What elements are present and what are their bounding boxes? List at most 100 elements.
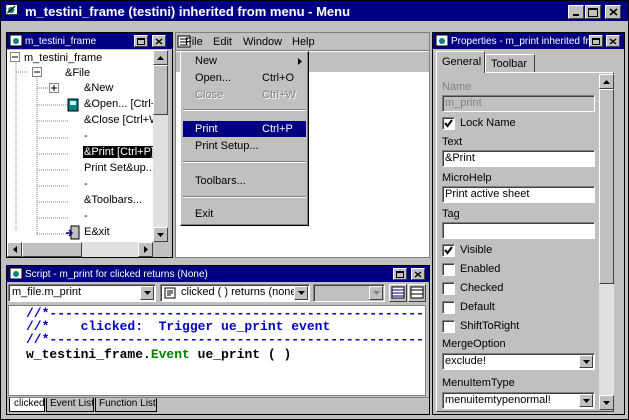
- script-title-bar[interactable]: Script - m_print for clicked returns (No…: [7, 266, 429, 282]
- main-title-bar[interactable]: m_testini_frame (testini) inherited from…: [1, 1, 628, 21]
- enabled-checkbox[interactable]: [442, 263, 455, 276]
- menuitemtype-select[interactable]: menuitemtypenormal!: [442, 392, 595, 409]
- menu-item-open[interactable]: Open...: [195, 72, 231, 84]
- tag-label: Tag: [442, 208, 460, 220]
- tree-item-print-selected[interactable]: &Print [Ctrl+P]: [83, 146, 153, 158]
- tree-horizontal-scrollbar[interactable]: [7, 242, 153, 257]
- tree-expand-icon[interactable]: [49, 83, 60, 94]
- event-select[interactable]: clicked ( ) returns (none: [160, 284, 310, 302]
- tag-field[interactable]: [442, 222, 595, 239]
- tree-item-separator[interactable]: -: [84, 210, 88, 222]
- menu-separator: [183, 109, 306, 111]
- text-field[interactable]: &Print: [442, 150, 595, 167]
- tree-item-exit[interactable]: E&xit: [84, 226, 110, 238]
- scroll-down-button[interactable]: [599, 395, 614, 410]
- checked-checkbox[interactable]: [442, 282, 455, 295]
- script-view-button-2[interactable]: [408, 284, 426, 302]
- tab-clicked[interactable]: clicked: [9, 398, 45, 412]
- object-select[interactable]: m_file.m_print: [8, 284, 156, 302]
- tree-vertical-scrollbar[interactable]: [153, 50, 168, 242]
- default-checkbox[interactable]: [442, 301, 455, 314]
- tree-item-file[interactable]: &File: [65, 67, 90, 79]
- event-select-value: clicked ( ) returns (none: [181, 286, 297, 298]
- scroll-corner: [153, 242, 168, 257]
- tree-item-separator[interactable]: -: [84, 178, 88, 190]
- menu-item-open-shortcut: Ctrl+O: [262, 72, 295, 84]
- name-field[interactable]: m_print: [442, 95, 595, 112]
- script-close-button[interactable]: [411, 268, 425, 280]
- grid-icon: [391, 286, 405, 299]
- visible-label: Visible: [460, 244, 493, 256]
- tree-item-toolbars[interactable]: &Toolbars...: [84, 194, 142, 206]
- script-maximize-button[interactable]: [393, 268, 407, 280]
- exit-menu-item-icon: [66, 225, 80, 240]
- tree-collapse-icon[interactable]: [10, 52, 21, 63]
- preview-menu-edit[interactable]: Edit: [213, 36, 232, 48]
- shifttoright-label: ShiftToRight: [460, 320, 520, 332]
- lock-name-label: Lock Name: [460, 117, 516, 129]
- event-icon: [164, 287, 176, 299]
- scroll-down-button[interactable]: [153, 227, 168, 242]
- properties-close-button[interactable]: [606, 35, 620, 47]
- open-menu-item-icon: [67, 98, 79, 112]
- ancestor-select[interactable]: [313, 284, 385, 302]
- main-maximize-button[interactable]: [585, 5, 601, 19]
- lock-name-checkbox[interactable]: [442, 117, 455, 130]
- chevron-down-icon[interactable]: [579, 355, 593, 368]
- menuitemtype-value: menuitemtypenormal!: [445, 394, 551, 406]
- scroll-right-button[interactable]: [138, 242, 153, 257]
- code-line-3: //*-------------------------------------…: [26, 332, 425, 347]
- tab-toolbar[interactable]: Toolbar: [485, 54, 535, 73]
- tree-close-button[interactable]: [152, 35, 166, 47]
- scroll-thumb[interactable]: [153, 65, 168, 115]
- menu-item-close[interactable]: Close: [195, 89, 223, 101]
- main-minimize-button[interactable]: [568, 5, 584, 19]
- microhelp-field[interactable]: Print active sheet: [442, 186, 595, 203]
- preview-menu-help[interactable]: Help: [292, 36, 315, 48]
- chevron-down-icon[interactable]: [294, 286, 308, 300]
- menuitemtype-label: MenuItemType: [442, 377, 515, 389]
- main-title-text: m_testini_frame (testini) inherited from…: [25, 3, 351, 19]
- chevron-down-icon[interactable]: [140, 286, 154, 300]
- menu-item-toolbars[interactable]: Toolbars...: [195, 175, 246, 187]
- main-close-button[interactable]: [605, 5, 621, 19]
- scroll-up-button[interactable]: [153, 50, 168, 65]
- script-editor[interactable]: //*-------------------------------------…: [8, 305, 426, 396]
- chevron-down-icon[interactable]: [369, 286, 383, 300]
- scroll-up-button[interactable]: [599, 74, 614, 89]
- menu-item-print[interactable]: Print: [195, 123, 218, 135]
- tab-event-list[interactable]: Event List: [46, 398, 94, 412]
- tree-item-root[interactable]: m_testini_frame: [24, 52, 102, 64]
- properties-maximize-button[interactable]: [589, 35, 603, 47]
- name-label: Name: [442, 81, 472, 93]
- menu-item-print-shortcut: Ctrl+P: [262, 123, 293, 135]
- preview-menu-file[interactable]: File: [185, 36, 203, 48]
- tree-collapse-icon[interactable]: [32, 67, 43, 78]
- list-icon: [410, 286, 424, 299]
- menu-item-exit[interactable]: Exit: [195, 208, 213, 220]
- menu-item-print-setup[interactable]: Print Setup...: [195, 140, 259, 152]
- tab-general[interactable]: General: [436, 51, 485, 73]
- tree-item-print-setup[interactable]: Print Set&up...: [84, 162, 153, 174]
- visible-checkbox[interactable]: [442, 244, 455, 257]
- script-view-button[interactable]: [389, 284, 407, 302]
- scroll-thumb[interactable]: [22, 242, 82, 257]
- menu-item-new[interactable]: New: [195, 55, 217, 67]
- properties-scrollbar[interactable]: [599, 74, 614, 410]
- preview-menu-window[interactable]: Window: [243, 36, 282, 48]
- app-icon: [5, 4, 18, 16]
- shifttoright-checkbox[interactable]: [442, 320, 455, 333]
- tree-item-separator[interactable]: -: [84, 130, 88, 142]
- mergeoption-select[interactable]: exclude!: [442, 353, 595, 370]
- tree-item-close[interactable]: &Close [Ctrl+W: [84, 114, 153, 126]
- default-label: Default: [460, 301, 495, 313]
- tree-view[interactable]: m_testini_frame &File &New &Open... [Ctr…: [7, 50, 153, 242]
- tree-item-open[interactable]: &Open... [Ctrl+: [84, 98, 153, 110]
- tree-maximize-button[interactable]: [134, 35, 148, 47]
- scroll-left-button[interactable]: [7, 242, 22, 257]
- chevron-down-icon[interactable]: [579, 394, 593, 407]
- tree-item-new[interactable]: &New: [84, 82, 113, 94]
- tab-function-list[interactable]: Function List: [95, 398, 157, 412]
- menu-separator: [183, 196, 306, 198]
- scroll-thumb[interactable]: [599, 89, 614, 284]
